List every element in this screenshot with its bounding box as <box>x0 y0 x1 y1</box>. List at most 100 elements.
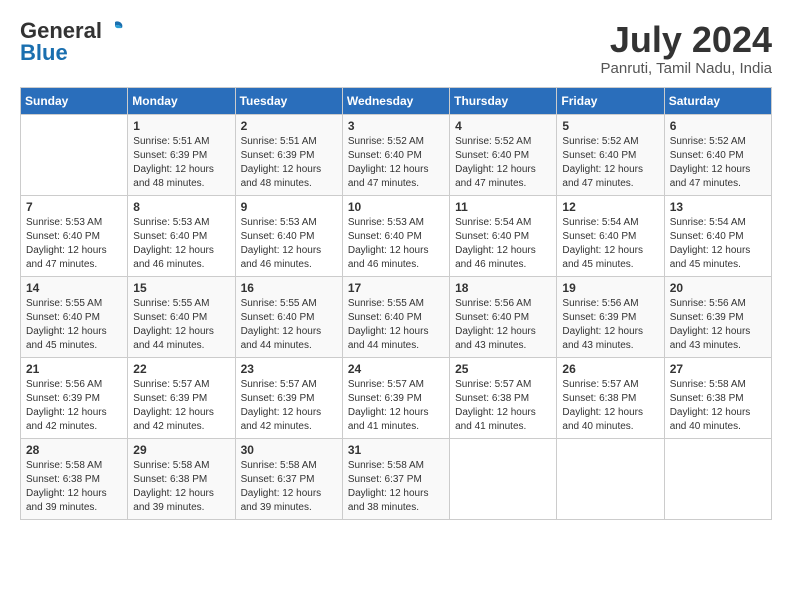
cell-sun-info: Sunrise: 5:54 AMSunset: 6:40 PMDaylight:… <box>670 216 766 272</box>
cell-sun-info: Sunrise: 5:58 AMSunset: 6:37 PMDaylight:… <box>348 459 444 515</box>
month-title: July 2024 <box>601 20 772 60</box>
cell-sun-info: Sunrise: 5:54 AMSunset: 6:40 PMDaylight:… <box>455 216 551 272</box>
calendar-cell: 5 Sunrise: 5:52 AMSunset: 6:40 PMDaylight… <box>557 114 664 195</box>
calendar-cell: 11 Sunrise: 5:54 AMSunset: 6:40 PMDayligh… <box>450 195 557 276</box>
week-row-3: 14Sunrise: 5:55 AMSunset: 6:40 PMDayligh… <box>21 276 772 357</box>
calendar-cell: 30 Sunrise: 5:58 AMSunset: 6:37 PMDayligh… <box>235 438 342 519</box>
week-row-2: 7Sunrise: 5:53 AMSunset: 6:40 PMDaylight… <box>21 195 772 276</box>
cell-sun-info: Sunrise: 5:57 AMSunset: 6:38 PMDaylight:… <box>455 378 551 434</box>
calendar-cell: 31 Sunrise: 5:58 AMSunset: 6:37 PMDayligh… <box>342 438 449 519</box>
page-header: General Blue July 2024 Panruti, Tamil Na… <box>20 20 772 77</box>
calendar-cell: 21 Sunrise: 5:56 AMSunset: 6:39 PMDayligh… <box>21 357 128 438</box>
calendar-cell: 22 Sunrise: 5:57 AMSunset: 6:39 PMDayligh… <box>128 357 235 438</box>
day-number: 22 <box>133 362 229 376</box>
cell-sun-info: Sunrise: 5:58 AMSunset: 6:37 PMDaylight:… <box>241 459 337 515</box>
day-number: 2 <box>241 119 337 133</box>
calendar-cell: 7Sunrise: 5:53 AMSunset: 6:40 PMDaylight… <box>21 195 128 276</box>
header-row: SundayMondayTuesdayWednesdayThursdayFrid… <box>21 87 772 114</box>
calendar-cell: 19 Sunrise: 5:56 AMSunset: 6:39 PMDayligh… <box>557 276 664 357</box>
calendar-cell <box>664 438 771 519</box>
day-number: 27 <box>670 362 766 376</box>
cell-sun-info: Sunrise: 5:56 AMSunset: 6:39 PMDaylight:… <box>26 378 122 434</box>
calendar-cell: 27 Sunrise: 5:58 AMSunset: 6:38 PMDayligh… <box>664 357 771 438</box>
cell-sun-info: Sunrise: 5:56 AMSunset: 6:40 PMDaylight:… <box>455 297 551 353</box>
calendar-cell: 20 Sunrise: 5:56 AMSunset: 6:39 PMDayligh… <box>664 276 771 357</box>
calendar-cell: 16Sunrise: 5:55 AMSunset: 6:40 PMDayligh… <box>235 276 342 357</box>
cell-sun-info: Sunrise: 5:53 AMSunset: 6:40 PMDaylight:… <box>133 216 229 272</box>
day-number: 29 <box>133 443 229 457</box>
day-header-tuesday: Tuesday <box>235 87 342 114</box>
calendar-cell: 24Sunrise: 5:57 AMSunset: 6:39 PMDayligh… <box>342 357 449 438</box>
week-row-1: 1 Sunrise: 5:51 AMSunset: 6:39 PMDaylight… <box>21 114 772 195</box>
week-row-5: 28 Sunrise: 5:58 AMSunset: 6:38 PMDayligh… <box>21 438 772 519</box>
calendar-cell: 25 Sunrise: 5:57 AMSunset: 6:38 PMDayligh… <box>450 357 557 438</box>
day-number: 21 <box>26 362 122 376</box>
cell-sun-info: Sunrise: 5:58 AMSunset: 6:38 PMDaylight:… <box>26 459 122 515</box>
cell-sun-info: Sunrise: 5:52 AMSunset: 6:40 PMDaylight:… <box>562 135 658 191</box>
day-number: 26 <box>562 362 658 376</box>
day-number: 8 <box>133 200 229 214</box>
cell-sun-info: Sunrise: 5:52 AMSunset: 6:40 PMDaylight:… <box>670 135 766 191</box>
day-number: 9 <box>241 200 337 214</box>
cell-sun-info: Sunrise: 5:52 AMSunset: 6:40 PMDaylight:… <box>348 135 444 191</box>
day-number: 28 <box>26 443 122 457</box>
day-number: 1 <box>133 119 229 133</box>
calendar-cell <box>21 114 128 195</box>
cell-sun-info: Sunrise: 5:58 AMSunset: 6:38 PMDaylight:… <box>670 378 766 434</box>
calendar-cell: 17Sunrise: 5:55 AMSunset: 6:40 PMDayligh… <box>342 276 449 357</box>
day-number: 6 <box>670 119 766 133</box>
day-number: 23 <box>241 362 337 376</box>
day-number: 25 <box>455 362 551 376</box>
day-number: 30 <box>241 443 337 457</box>
cell-sun-info: Sunrise: 5:58 AMSunset: 6:38 PMDaylight:… <box>133 459 229 515</box>
day-number: 31 <box>348 443 444 457</box>
day-header-monday: Monday <box>128 87 235 114</box>
day-header-wednesday: Wednesday <box>342 87 449 114</box>
week-row-4: 21 Sunrise: 5:56 AMSunset: 6:39 PMDayligh… <box>21 357 772 438</box>
cell-sun-info: Sunrise: 5:55 AMSunset: 6:40 PMDaylight:… <box>133 297 229 353</box>
day-number: 11 <box>455 200 551 214</box>
cell-sun-info: Sunrise: 5:52 AMSunset: 6:40 PMDaylight:… <box>455 135 551 191</box>
calendar-cell: 15Sunrise: 5:55 AMSunset: 6:40 PMDayligh… <box>128 276 235 357</box>
calendar-cell: 1 Sunrise: 5:51 AMSunset: 6:39 PMDaylight… <box>128 114 235 195</box>
day-number: 19 <box>562 281 658 295</box>
calendar-cell: 10 Sunrise: 5:53 AMSunset: 6:40 PMDayligh… <box>342 195 449 276</box>
cell-sun-info: Sunrise: 5:55 AMSunset: 6:40 PMDaylight:… <box>26 297 122 353</box>
cell-sun-info: Sunrise: 5:55 AMSunset: 6:40 PMDaylight:… <box>348 297 444 353</box>
calendar-cell <box>450 438 557 519</box>
logo-blue-text: Blue <box>20 42 68 64</box>
day-number: 3 <box>348 119 444 133</box>
calendar-cell: 23 Sunrise: 5:57 AMSunset: 6:39 PMDayligh… <box>235 357 342 438</box>
day-number: 12 <box>562 200 658 214</box>
day-number: 4 <box>455 119 551 133</box>
cell-sun-info: Sunrise: 5:53 AMSunset: 6:40 PMDaylight:… <box>26 216 122 272</box>
calendar-cell: 28 Sunrise: 5:58 AMSunset: 6:38 PMDayligh… <box>21 438 128 519</box>
calendar-cell: 13 Sunrise: 5:54 AMSunset: 6:40 PMDayligh… <box>664 195 771 276</box>
cell-sun-info: Sunrise: 5:57 AMSunset: 6:39 PMDaylight:… <box>133 378 229 434</box>
calendar-cell <box>557 438 664 519</box>
day-number: 10 <box>348 200 444 214</box>
day-header-friday: Friday <box>557 87 664 114</box>
day-number: 13 <box>670 200 766 214</box>
calendar-cell: 8 Sunrise: 5:53 AMSunset: 6:40 PMDaylight… <box>128 195 235 276</box>
day-number: 5 <box>562 119 658 133</box>
calendar-cell: 4 Sunrise: 5:52 AMSunset: 6:40 PMDaylight… <box>450 114 557 195</box>
cell-sun-info: Sunrise: 5:54 AMSunset: 6:40 PMDaylight:… <box>562 216 658 272</box>
cell-sun-info: Sunrise: 5:57 AMSunset: 6:39 PMDaylight:… <box>241 378 337 434</box>
calendar-cell: 2Sunrise: 5:51 AMSunset: 6:39 PMDaylight… <box>235 114 342 195</box>
cell-sun-info: Sunrise: 5:51 AMSunset: 6:39 PMDaylight:… <box>133 135 229 191</box>
day-number: 18 <box>455 281 551 295</box>
cell-sun-info: Sunrise: 5:53 AMSunset: 6:40 PMDaylight:… <box>241 216 337 272</box>
day-number: 20 <box>670 281 766 295</box>
location-subtitle: Panruti, Tamil Nadu, India <box>601 60 772 77</box>
cell-sun-info: Sunrise: 5:53 AMSunset: 6:40 PMDaylight:… <box>348 216 444 272</box>
calendar-cell: 14Sunrise: 5:55 AMSunset: 6:40 PMDayligh… <box>21 276 128 357</box>
calendar-cell: 3 Sunrise: 5:52 AMSunset: 6:40 PMDaylight… <box>342 114 449 195</box>
calendar-cell: 6 Sunrise: 5:52 AMSunset: 6:40 PMDaylight… <box>664 114 771 195</box>
cell-sun-info: Sunrise: 5:56 AMSunset: 6:39 PMDaylight:… <box>670 297 766 353</box>
calendar-cell: 29 Sunrise: 5:58 AMSunset: 6:38 PMDayligh… <box>128 438 235 519</box>
title-block: July 2024 Panruti, Tamil Nadu, India <box>601 20 772 77</box>
logo-general-text: General <box>20 20 102 42</box>
logo-bird-icon <box>104 18 126 40</box>
cell-sun-info: Sunrise: 5:56 AMSunset: 6:39 PMDaylight:… <box>562 297 658 353</box>
